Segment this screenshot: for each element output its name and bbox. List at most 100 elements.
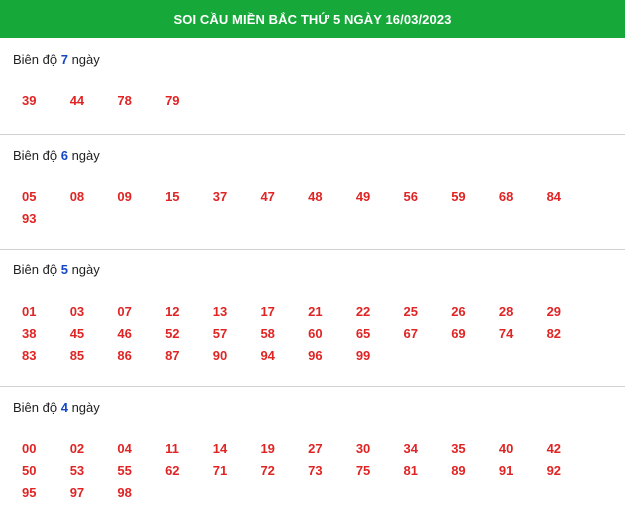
- lottery-number: 17: [260, 304, 275, 319]
- label-suffix: ngày: [71, 262, 100, 277]
- lottery-number: 34: [403, 441, 418, 456]
- lottery-number: 53: [69, 463, 85, 478]
- lottery-number: 03: [69, 304, 85, 319]
- days-count: 6: [60, 148, 68, 163]
- lottery-number: 91: [498, 463, 514, 478]
- lottery-number: 75: [355, 463, 371, 478]
- lottery-number: 68: [498, 189, 514, 204]
- days-count: 5: [60, 262, 68, 277]
- lottery-number: 01: [22, 304, 37, 319]
- section-bien-do-6: Biên độ 6 ngày 05 08 09 15 37 47 48 49 56 59 68 84 9…: [0, 145, 625, 250]
- lottery-number: 45: [69, 326, 85, 341]
- lottery-number: 08: [69, 189, 85, 204]
- lottery-number: 28: [498, 304, 514, 319]
- lottery-number: 55: [117, 463, 132, 478]
- lottery-number: 83: [22, 348, 37, 363]
- lottery-number: 67: [403, 326, 418, 341]
- section-title: Biên độ 7 ngày: [0, 49, 625, 71]
- lottery-number: 60: [308, 326, 323, 341]
- number-list: 00 02 04 11 14 19 27 30 34 35 40 42 50 53 55 62 71 72 73 75…: [0, 438, 625, 504]
- lottery-number: 65: [355, 326, 371, 341]
- lottery-number: 52: [165, 326, 180, 341]
- lottery-number: 62: [165, 463, 180, 478]
- number-list: 05 08 09 15 37 47 48 49 56 59 68 84 93: [0, 186, 625, 230]
- lottery-number: 27: [308, 441, 323, 456]
- lottery-number: 69: [451, 326, 466, 341]
- lottery-number: 97: [69, 485, 85, 500]
- lottery-number: 14: [212, 441, 228, 456]
- label-prefix: Biên độ: [13, 52, 58, 67]
- lottery-number: 79: [165, 93, 180, 108]
- lottery-number: 96: [308, 348, 323, 363]
- lottery-number: 25: [403, 304, 418, 319]
- lottery-number: 89: [451, 463, 466, 478]
- lottery-number: 99: [355, 348, 371, 363]
- section-title: Biên độ 4 ngày: [0, 397, 625, 419]
- lottery-number: 48: [308, 189, 323, 204]
- lottery-number: 19: [260, 441, 275, 456]
- section-bien-do-5: Biên độ 5 ngày 01 03 07 12 13 17 21 22 25 26 28 29 3…: [0, 259, 625, 387]
- lottery-number: 11: [165, 441, 179, 456]
- lottery-number: 47: [260, 189, 275, 204]
- lottery-number: 44: [69, 93, 85, 108]
- lottery-number: 73: [308, 463, 323, 478]
- lottery-number: 81: [403, 463, 418, 478]
- lottery-number: 87: [165, 348, 180, 363]
- section-bien-do-7: Biên độ 7 ngày 39 44 78 79: [0, 49, 625, 135]
- lottery-number: 30: [355, 441, 371, 456]
- lottery-number: 86: [117, 348, 132, 363]
- lottery-number: 84: [546, 189, 562, 204]
- page-header: SOI CẦU MIỀN BẮC THỨ 5 NGÀY 16/03/2023: [0, 0, 625, 38]
- label-suffix: ngày: [71, 52, 100, 67]
- page-title: SOI CẦU MIỀN BẮC THỨ 5 NGÀY 16/03/2023: [173, 11, 452, 27]
- lottery-number: 12: [165, 304, 180, 319]
- lottery-number: 07: [117, 304, 132, 319]
- label-suffix: ngày: [71, 400, 100, 415]
- lottery-number: 98: [117, 485, 132, 500]
- lottery-number: 40: [498, 441, 514, 456]
- lottery-number: 74: [498, 326, 514, 341]
- lottery-number: 04: [117, 441, 132, 456]
- lottery-number: 15: [165, 189, 180, 204]
- lottery-number: 94: [260, 348, 275, 363]
- lottery-number: 58: [260, 326, 275, 341]
- lottery-number: 85: [69, 348, 85, 363]
- lottery-number: 35: [451, 441, 466, 456]
- section-bien-do-4: Biên độ 4 ngày 00 02 04 11 14 19 27 30 34 35 40 42 5…: [0, 397, 625, 523]
- label-prefix: Biên độ: [13, 148, 58, 163]
- lottery-number: 59: [451, 189, 466, 204]
- lottery-number: 38: [22, 326, 37, 341]
- lottery-number: 71: [212, 463, 228, 478]
- label-suffix: ngày: [71, 148, 100, 163]
- lottery-number: 29: [546, 304, 562, 319]
- number-list: 39 44 78 79: [0, 90, 625, 112]
- lottery-number: 09: [117, 189, 132, 204]
- lottery-number: 37: [212, 189, 228, 204]
- lottery-number: 22: [355, 304, 371, 319]
- days-count: 7: [60, 52, 68, 67]
- section-title: Biên độ 5 ngày: [0, 259, 625, 281]
- lottery-number: 05: [22, 189, 37, 204]
- lottery-number: 82: [546, 326, 562, 341]
- label-prefix: Biên độ: [13, 400, 58, 415]
- lottery-number: 42: [546, 441, 562, 456]
- lottery-number: 21: [308, 304, 323, 319]
- lottery-number: 02: [69, 441, 85, 456]
- lottery-number: 00: [22, 441, 37, 456]
- lottery-number: 93: [22, 211, 37, 226]
- lottery-number: 26: [451, 304, 466, 319]
- section-title: Biên độ 6 ngày: [0, 145, 625, 167]
- lottery-number: 49: [355, 189, 371, 204]
- lottery-number: 95: [22, 485, 37, 500]
- lottery-number: 39: [22, 93, 37, 108]
- lottery-number: 50: [22, 463, 37, 478]
- lottery-number: 90: [212, 348, 228, 363]
- lottery-number: 78: [117, 93, 132, 108]
- number-list: 01 03 07 12 13 17 21 22 25 26 28 29 38 45 46 52 57 58 60 65…: [0, 301, 625, 367]
- lottery-number: 56: [403, 189, 418, 204]
- days-count: 4: [60, 400, 68, 415]
- lottery-number: 92: [546, 463, 562, 478]
- lottery-number: 72: [260, 463, 275, 478]
- label-prefix: Biên độ: [13, 262, 58, 277]
- lottery-number: 13: [212, 304, 228, 319]
